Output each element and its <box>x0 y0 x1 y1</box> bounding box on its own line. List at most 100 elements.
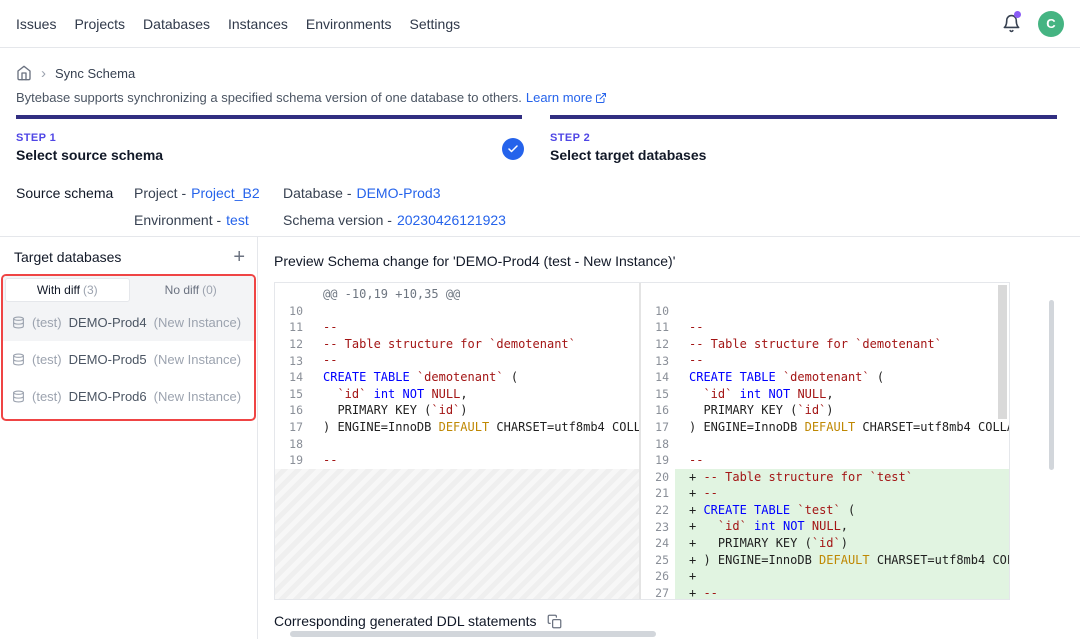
line-number: 16 <box>275 403 309 417</box>
diff-row: 23+ `id` int NOT NULL, <box>641 518 1009 535</box>
line-number: 25 <box>641 553 675 567</box>
diff-pane-left: @@ -10,19 +10,35 @@1011--12-- Table stru… <box>275 283 641 599</box>
nav-item-settings[interactable]: Settings <box>410 16 461 32</box>
line-number: 16 <box>641 403 675 417</box>
diff-row: 20+ -- Table structure for `test` <box>641 469 1009 486</box>
breadcrumb-current: Sync Schema <box>55 66 135 81</box>
nav-item-issues[interactable]: Issues <box>16 16 56 32</box>
target-note: (New Instance) <box>154 315 241 330</box>
line-number: 18 <box>275 437 309 451</box>
line-number: 21 <box>641 486 675 500</box>
ddl-title: Corresponding generated DDL statements <box>274 613 537 629</box>
tab-no-diff[interactable]: No diff (0) <box>130 278 253 302</box>
diff-editor[interactable]: @@ -10,19 +10,35 @@1011--12-- Table stru… <box>274 282 1010 600</box>
tab-with-diff-label: With diff <box>37 283 80 297</box>
target-note: (New Instance) <box>154 352 241 367</box>
tab-with-diff[interactable]: With diff (3) <box>5 278 130 302</box>
target-name: DEMO-Prod4 <box>69 315 147 330</box>
environment-label: Environment - <box>134 212 221 228</box>
preview-title: Preview Schema change for 'DEMO-Prod4 (t… <box>274 253 1080 270</box>
code-line: CREATE TABLE `demotenant` ( <box>675 369 1009 386</box>
code-line: -- Table structure for `demotenant` <box>675 336 1009 353</box>
target-item-demo-prod4[interactable]: (test) DEMO-Prod4 (New Instance) <box>3 304 254 341</box>
code-line: CREATE TABLE `demotenant` ( <box>309 369 639 386</box>
code-line: -- <box>309 319 639 336</box>
nav-item-environments[interactable]: Environments <box>306 16 392 32</box>
step1-label: STEP 1 <box>16 132 163 144</box>
code-line: -- <box>675 352 1009 369</box>
database-label: Database - <box>283 185 351 201</box>
code-line <box>675 435 1009 452</box>
code-line: PRIMARY KEY (`id`) <box>675 402 1009 419</box>
copy-icon <box>547 614 562 629</box>
diff-row: 12-- Table structure for `demotenant` <box>641 336 1009 353</box>
target-name: DEMO-Prod6 <box>69 389 147 404</box>
line-number: 20 <box>641 470 675 484</box>
code-line: + -- <box>675 485 1009 502</box>
schema-version-link[interactable]: 20230426121923 <box>397 212 506 228</box>
line-number: 26 <box>641 569 675 583</box>
main-content: Target databases + With diff (3) No diff… <box>0 236 1080 639</box>
line-number: 14 <box>275 370 309 384</box>
nav-item-databases[interactable]: Databases <box>143 16 210 32</box>
diff-row: 15 `id` int NOT NULL, <box>641 386 1009 403</box>
nav-item-projects[interactable]: Projects <box>74 16 125 32</box>
code-line: ) ENGINE=InnoDB DEFAULT CHARSET=utf8mb4 … <box>675 419 1009 436</box>
project-link[interactable]: Project_B2 <box>191 185 259 201</box>
horizontal-scrollbar-thumb[interactable] <box>290 631 656 637</box>
code-line: `id` int NOT NULL, <box>675 386 1009 403</box>
target-item-demo-prod6[interactable]: (test) DEMO-Prod6 (New Instance) <box>3 378 254 415</box>
notification-bell-button[interactable] <box>1000 13 1022 35</box>
environment-link[interactable]: test <box>226 212 249 228</box>
ddl-section-header: Corresponding generated DDL statements <box>274 613 1080 629</box>
source-schema-label: Source schema <box>16 185 134 201</box>
target-item-demo-prod5[interactable]: (test) DEMO-Prod5 (New Instance) <box>3 341 254 378</box>
line-number: 10 <box>275 304 309 318</box>
tab-no-diff-count: (0) <box>202 283 217 297</box>
diff-row: 12-- Table structure for `demotenant` <box>275 336 639 353</box>
target-list-highlight-box: With diff (3) No diff (0) (test) DEMO-Pr… <box>1 274 256 421</box>
code-line <box>309 435 639 452</box>
diff-row: 16 PRIMARY KEY (`id`) <box>641 402 1009 419</box>
source-schema-section: Source schema Project - Project_B2 Datab… <box>16 179 1064 233</box>
home-icon[interactable] <box>16 65 32 81</box>
diff-row: 27+ -- <box>641 585 1009 599</box>
diff-row: 18 <box>275 435 639 452</box>
project-label: Project - <box>134 185 186 201</box>
line-number: 10 <box>641 304 675 318</box>
step2-label: STEP 2 <box>550 132 706 144</box>
diff-row: 11-- <box>275 319 639 336</box>
diff-empty-filler <box>275 469 639 599</box>
vertical-scrollbar-thumb[interactable] <box>1049 300 1054 470</box>
diff-row: 19-- <box>275 452 639 469</box>
line-number: 12 <box>275 337 309 351</box>
breadcrumb: › Sync Schema <box>16 63 1064 83</box>
line-number: 15 <box>275 387 309 401</box>
step2-progress-line <box>550 115 1057 119</box>
diff-row: 19-- <box>641 452 1009 469</box>
database-link[interactable]: DEMO-Prod3 <box>356 185 440 201</box>
learn-more-link[interactable]: Learn more <box>526 90 607 105</box>
avatar[interactable]: C <box>1038 11 1064 37</box>
code-line <box>675 303 1009 320</box>
code-line: ) ENGINE=InnoDB DEFAULT CHARSET=utf8mb4 … <box>309 419 639 436</box>
diff-row: 15 `id` int NOT NULL, <box>275 386 639 403</box>
line-number: 18 <box>641 437 675 451</box>
line-number: 24 <box>641 536 675 550</box>
learn-more-label: Learn more <box>526 90 592 105</box>
line-number: 12 <box>641 337 675 351</box>
stepper: STEP 1 Select source schema STEP 2 Selec… <box>0 115 1080 171</box>
intro-text: Bytebase supports synchronizing a specif… <box>16 90 522 105</box>
diff-scrollbar-thumb[interactable] <box>998 285 1007 419</box>
code-line: -- <box>675 452 1009 469</box>
source-version-field: Schema version - 20230426121923 <box>283 212 506 228</box>
diff-row <box>641 286 1009 303</box>
diff-row: 14CREATE TABLE `demotenant` ( <box>641 369 1009 386</box>
line-number: 17 <box>275 420 309 434</box>
nav-item-instances[interactable]: Instances <box>228 16 288 32</box>
code-line: + -- Table structure for `test` <box>675 469 1009 486</box>
add-target-button[interactable]: + <box>233 249 245 265</box>
copy-ddl-button[interactable] <box>547 614 562 629</box>
target-databases-panel: Target databases + With diff (3) No diff… <box>0 237 258 639</box>
code-line <box>309 303 639 320</box>
